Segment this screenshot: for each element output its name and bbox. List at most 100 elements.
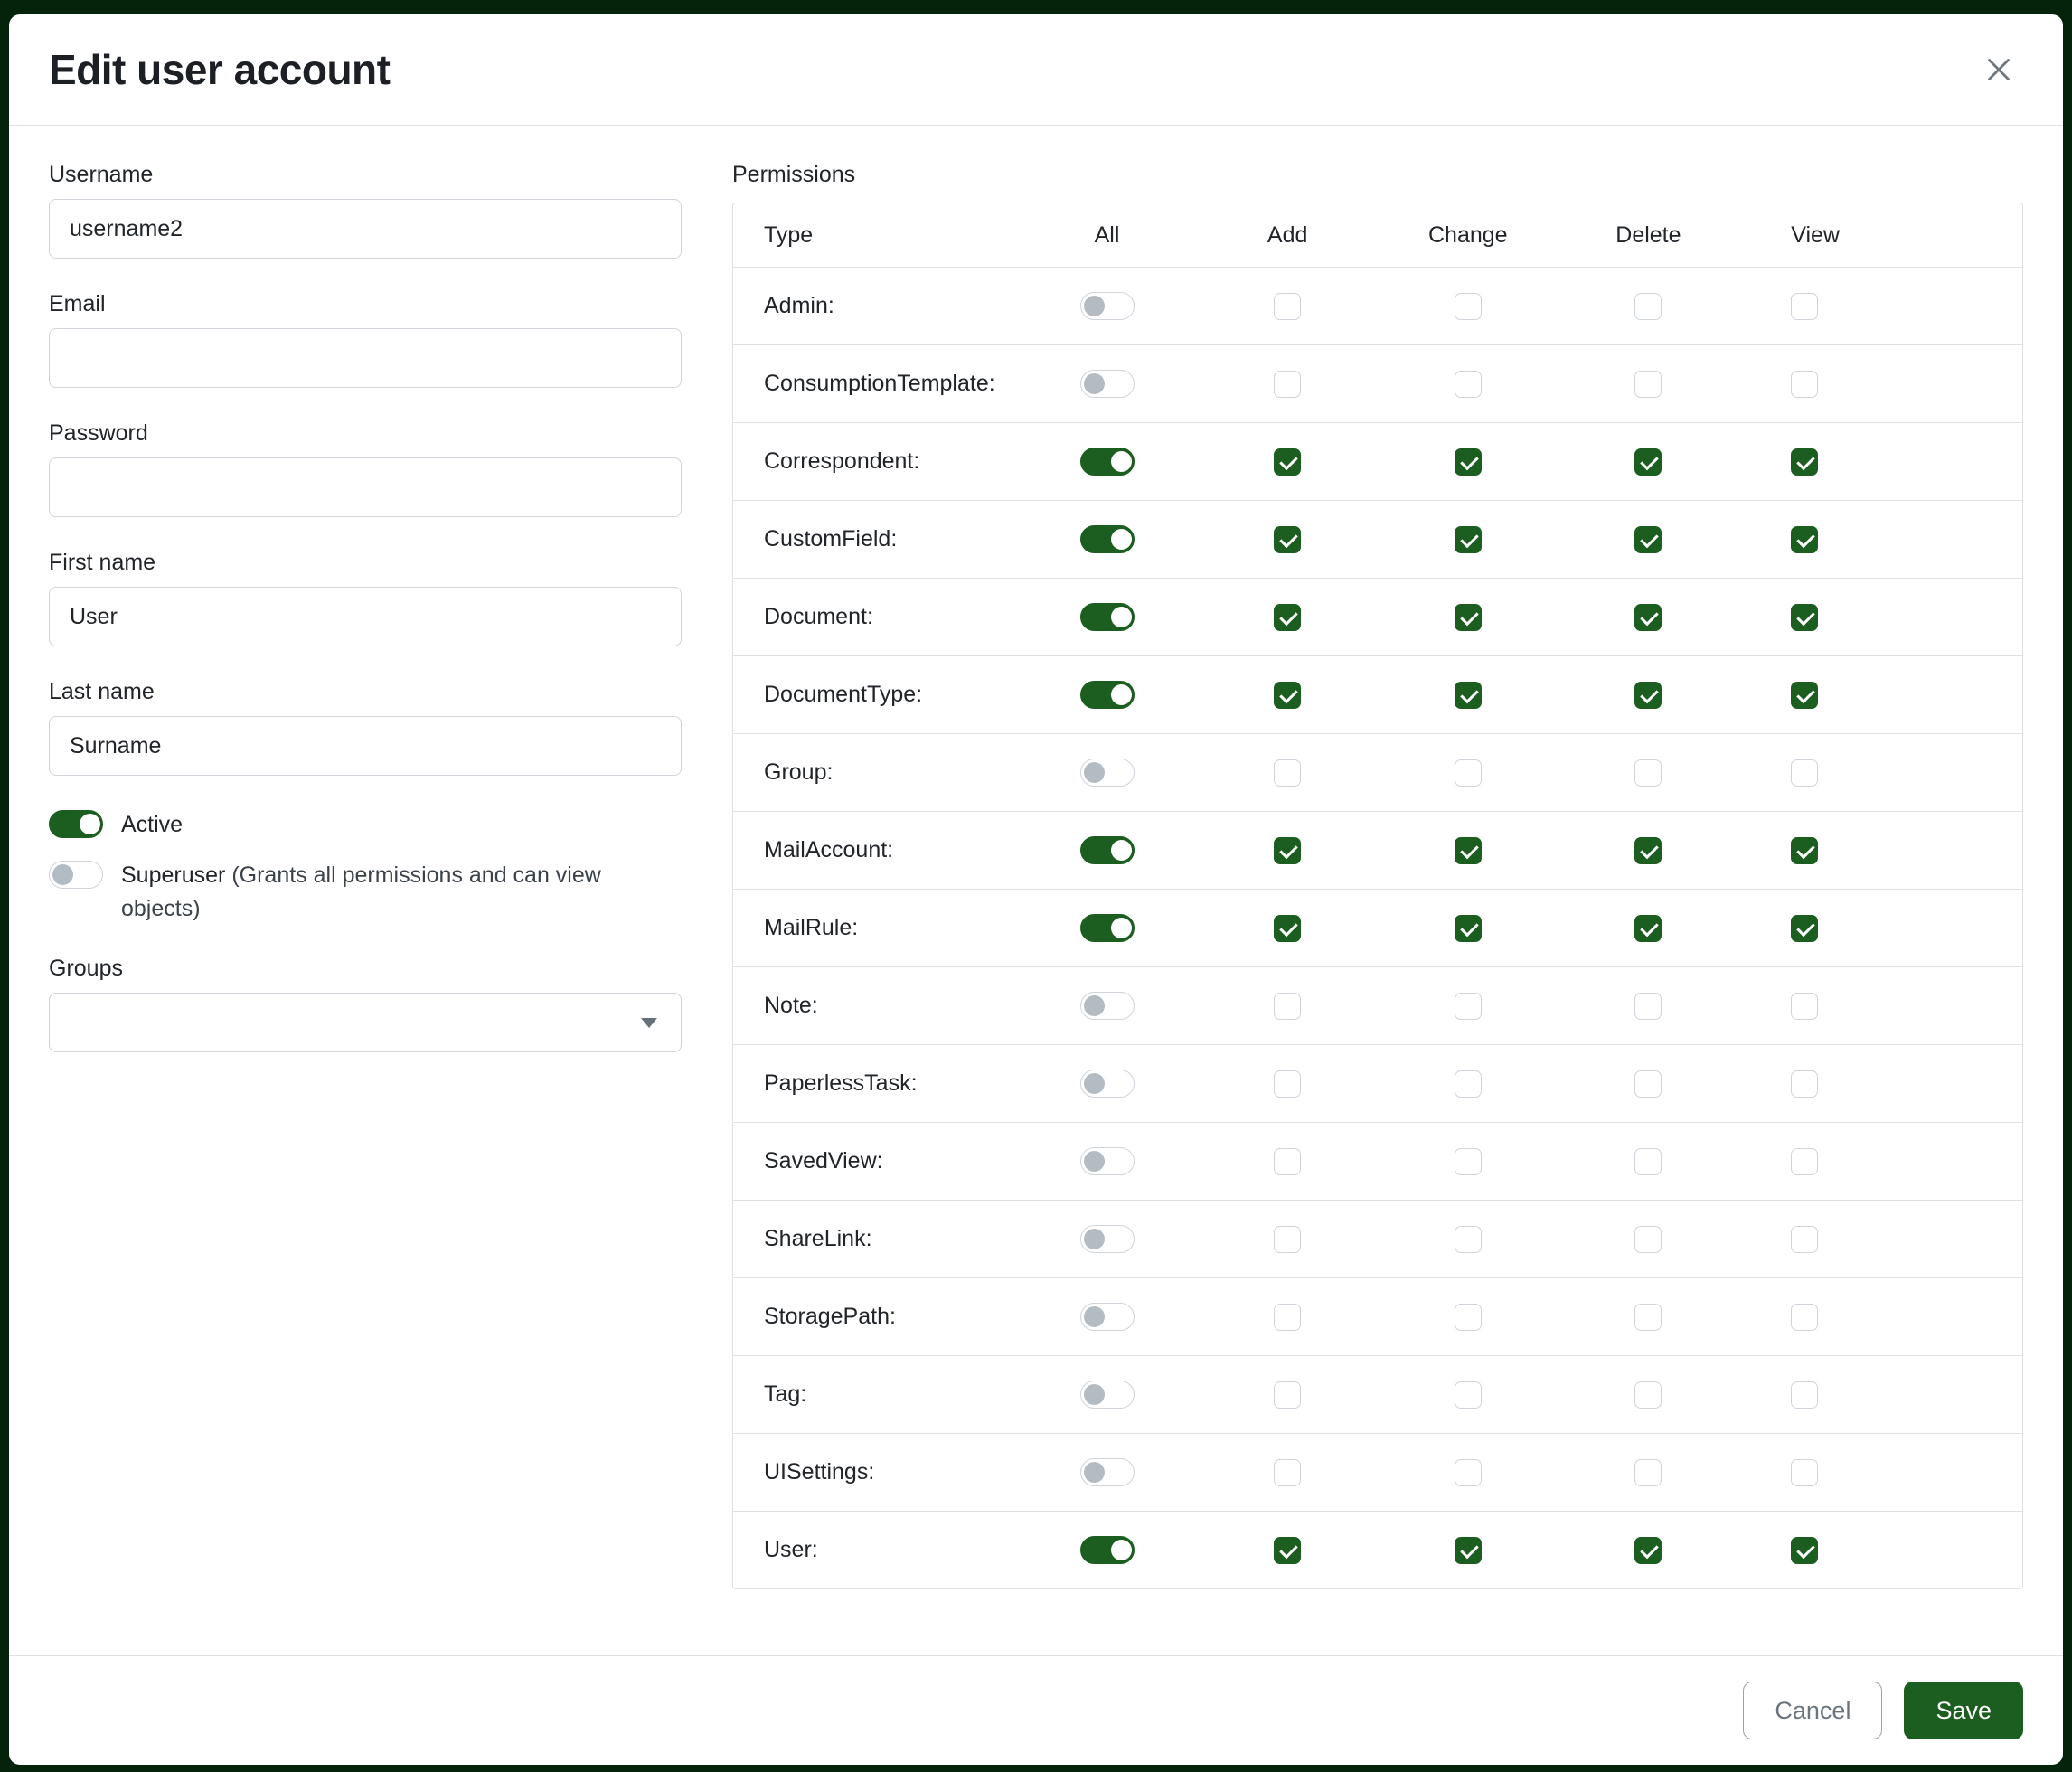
- permission-add-checkbox[interactable]: [1274, 1304, 1301, 1331]
- permission-add-checkbox[interactable]: [1274, 1070, 1301, 1098]
- permission-delete-checkbox[interactable]: [1634, 837, 1662, 864]
- permission-change-checkbox[interactable]: [1455, 1537, 1482, 1564]
- permission-delete-checkbox[interactable]: [1634, 1148, 1662, 1175]
- permission-change-checkbox[interactable]: [1455, 1459, 1482, 1486]
- permission-all-toggle[interactable]: [1080, 292, 1135, 320]
- permission-change-checkbox[interactable]: [1455, 604, 1482, 631]
- permission-all-toggle[interactable]: [1080, 603, 1135, 631]
- permission-add-checkbox[interactable]: [1274, 371, 1301, 398]
- permission-delete-checkbox[interactable]: [1634, 993, 1662, 1020]
- permission-all-toggle[interactable]: [1080, 1458, 1135, 1486]
- permission-all-toggle[interactable]: [1080, 836, 1135, 864]
- permission-view-checkbox[interactable]: [1791, 293, 1818, 320]
- permission-all-toggle[interactable]: [1080, 1381, 1135, 1409]
- permission-add-checkbox[interactable]: [1274, 293, 1301, 320]
- permission-view-checkbox[interactable]: [1791, 837, 1818, 864]
- permission-view-checkbox[interactable]: [1791, 1537, 1818, 1564]
- groups-select[interactable]: [49, 993, 682, 1052]
- permission-change-checkbox[interactable]: [1455, 993, 1482, 1020]
- permission-view-checkbox[interactable]: [1791, 1381, 1818, 1409]
- permission-add-checkbox[interactable]: [1274, 604, 1301, 631]
- permission-delete-checkbox[interactable]: [1634, 371, 1662, 398]
- permission-view-checkbox[interactable]: [1791, 1148, 1818, 1175]
- password-input[interactable]: [49, 457, 682, 517]
- permission-delete-checkbox[interactable]: [1634, 1304, 1662, 1331]
- email-input[interactable]: [49, 328, 682, 388]
- permission-add-checkbox[interactable]: [1274, 526, 1301, 553]
- permission-change-checkbox[interactable]: [1455, 915, 1482, 942]
- permissions-table: TypeAllAddChangeDeleteView Admin:Consump…: [732, 203, 2023, 1589]
- username-input[interactable]: [49, 199, 682, 259]
- permission-delete-checkbox[interactable]: [1634, 604, 1662, 631]
- permission-all-toggle[interactable]: [1080, 759, 1135, 787]
- permission-change-checkbox[interactable]: [1455, 682, 1482, 709]
- modal-header: Edit user account: [9, 14, 2063, 126]
- permission-view-checkbox[interactable]: [1791, 448, 1818, 476]
- permission-all-toggle[interactable]: [1080, 525, 1135, 553]
- permission-delete-checkbox[interactable]: [1634, 526, 1662, 553]
- permission-delete-checkbox[interactable]: [1634, 1070, 1662, 1098]
- permission-add-checkbox[interactable]: [1274, 993, 1301, 1020]
- permission-change-checkbox[interactable]: [1455, 1304, 1482, 1331]
- permission-add-checkbox[interactable]: [1274, 1148, 1301, 1175]
- permission-view-checkbox[interactable]: [1791, 682, 1818, 709]
- save-button[interactable]: Save: [1904, 1682, 2023, 1739]
- permission-view-checkbox[interactable]: [1791, 1459, 1818, 1486]
- permission-add-checkbox[interactable]: [1274, 1226, 1301, 1253]
- permission-all-toggle[interactable]: [1080, 1225, 1135, 1253]
- permission-view-checkbox[interactable]: [1791, 993, 1818, 1020]
- permission-all-toggle[interactable]: [1080, 370, 1135, 398]
- permission-type-label: SavedView:: [733, 1148, 1017, 1174]
- permission-delete-checkbox[interactable]: [1634, 1381, 1662, 1409]
- active-toggle[interactable]: [49, 810, 103, 838]
- permission-change-checkbox[interactable]: [1455, 448, 1482, 476]
- permission-delete-checkbox[interactable]: [1634, 1459, 1662, 1486]
- permission-add-checkbox[interactable]: [1274, 1381, 1301, 1409]
- permission-add-checkbox[interactable]: [1274, 1537, 1301, 1564]
- permission-add-checkbox[interactable]: [1274, 915, 1301, 942]
- permission-delete-checkbox[interactable]: [1634, 1537, 1662, 1564]
- permission-view-checkbox[interactable]: [1791, 759, 1818, 787]
- permission-change-checkbox[interactable]: [1455, 293, 1482, 320]
- first-name-input[interactable]: [49, 587, 682, 646]
- superuser-toggle[interactable]: [49, 861, 103, 889]
- permission-view-checkbox[interactable]: [1791, 1070, 1818, 1098]
- permission-view-checkbox[interactable]: [1791, 1226, 1818, 1253]
- permission-all-toggle[interactable]: [1080, 992, 1135, 1020]
- modal-footer: Cancel Save: [9, 1655, 2063, 1765]
- last-name-input[interactable]: [49, 716, 682, 776]
- permission-change-checkbox[interactable]: [1455, 1226, 1482, 1253]
- permission-add-checkbox[interactable]: [1274, 1459, 1301, 1486]
- cancel-button[interactable]: Cancel: [1743, 1682, 1882, 1739]
- permission-delete-checkbox[interactable]: [1634, 682, 1662, 709]
- permission-add-checkbox[interactable]: [1274, 837, 1301, 864]
- permission-add-checkbox[interactable]: [1274, 759, 1301, 787]
- permission-delete-checkbox[interactable]: [1634, 448, 1662, 476]
- permission-change-checkbox[interactable]: [1455, 1148, 1482, 1175]
- permission-view-checkbox[interactable]: [1791, 526, 1818, 553]
- permission-add-checkbox[interactable]: [1274, 682, 1301, 709]
- permission-change-checkbox[interactable]: [1455, 759, 1482, 787]
- permission-change-checkbox[interactable]: [1455, 371, 1482, 398]
- permission-change-checkbox[interactable]: [1455, 837, 1482, 864]
- permission-change-checkbox[interactable]: [1455, 526, 1482, 553]
- permission-delete-checkbox[interactable]: [1634, 1226, 1662, 1253]
- permission-delete-checkbox[interactable]: [1634, 915, 1662, 942]
- permission-all-toggle[interactable]: [1080, 681, 1135, 709]
- permission-all-toggle[interactable]: [1080, 1536, 1135, 1564]
- permission-view-checkbox[interactable]: [1791, 1304, 1818, 1331]
- permission-change-checkbox[interactable]: [1455, 1381, 1482, 1409]
- permission-all-toggle[interactable]: [1080, 1070, 1135, 1098]
- permission-change-checkbox[interactable]: [1455, 1070, 1482, 1098]
- permission-view-checkbox[interactable]: [1791, 604, 1818, 631]
- permission-delete-checkbox[interactable]: [1634, 293, 1662, 320]
- permission-all-toggle[interactable]: [1080, 1147, 1135, 1175]
- permission-delete-checkbox[interactable]: [1634, 759, 1662, 787]
- permission-all-toggle[interactable]: [1080, 914, 1135, 942]
- permission-all-toggle[interactable]: [1080, 448, 1135, 476]
- close-button[interactable]: [1974, 45, 2023, 94]
- permission-view-checkbox[interactable]: [1791, 371, 1818, 398]
- permission-view-checkbox[interactable]: [1791, 915, 1818, 942]
- permission-add-checkbox[interactable]: [1274, 448, 1301, 476]
- permission-all-toggle[interactable]: [1080, 1303, 1135, 1331]
